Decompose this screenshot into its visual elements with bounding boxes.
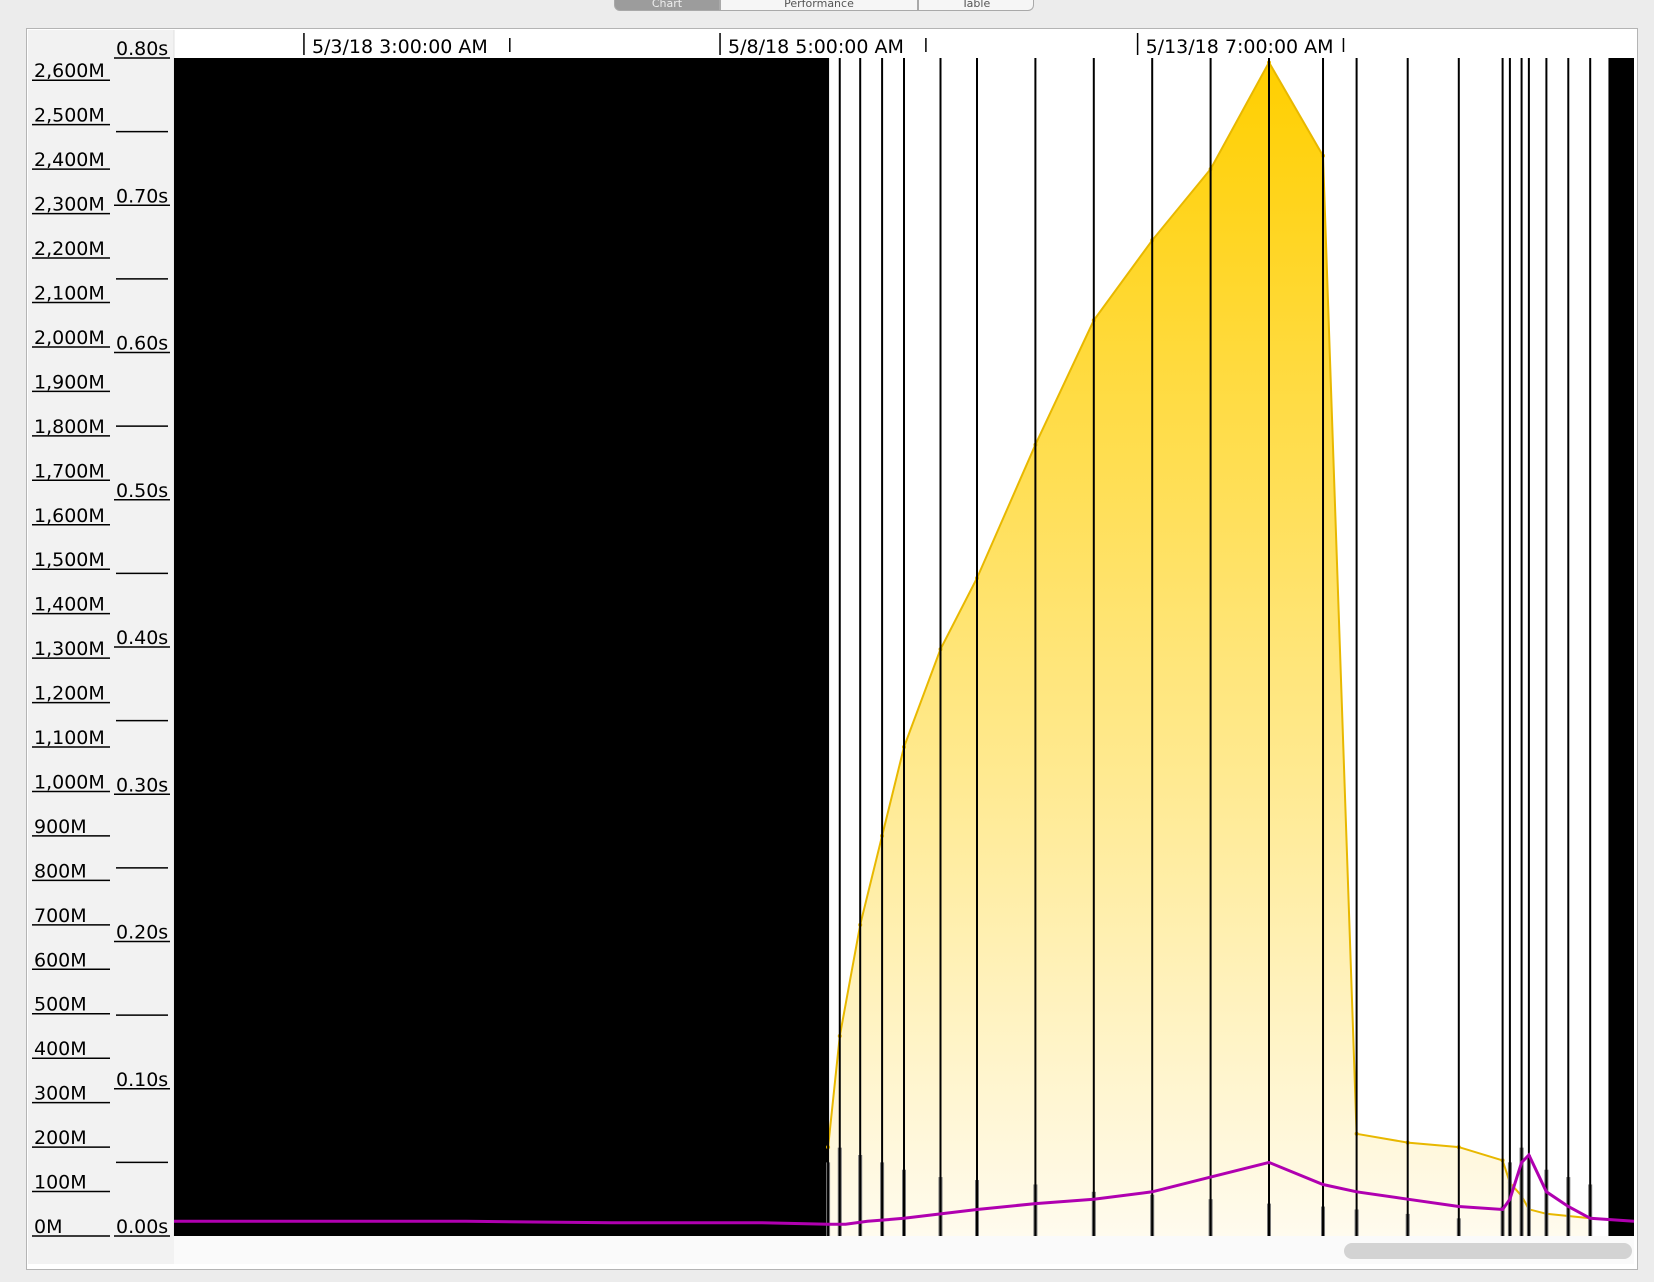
time-tick-label: 0.10s	[116, 1069, 168, 1091]
gc-chart: 5/3/18 3:00:00 AM 5/8/18 5:00:00 AM 5/13/1…	[32, 30, 1635, 1238]
time-tick-label: 0.70s	[116, 185, 168, 207]
memory-tick-label: 2,200M	[34, 238, 105, 260]
memory-tick-label: 1,000M	[34, 771, 105, 793]
time-tick-label: 0.80s	[116, 38, 168, 60]
memory-tick-label: 500M	[34, 994, 87, 1016]
memory-tick-label: 600M	[34, 949, 87, 971]
x-tick-label: 5/3/18 3:00:00 AM	[312, 36, 488, 58]
memory-tick-label: 1,200M	[34, 683, 105, 705]
memory-tick-label: 2,600M	[34, 60, 105, 82]
time-tick-label: 0.00s	[116, 1216, 168, 1238]
memory-tick-label: 1,800M	[34, 416, 105, 438]
memory-tick-label: 2,400M	[34, 149, 105, 171]
x-tick-label: 5/13/18 7:00:00 AM	[1146, 36, 1334, 58]
memory-tick-label: 2,300M	[34, 194, 105, 216]
memory-tick-label: 1,400M	[34, 594, 105, 616]
memory-tick-label: 300M	[34, 1083, 87, 1105]
memory-tick-label: 800M	[34, 860, 87, 882]
memory-tick-label: 1,300M	[34, 638, 105, 660]
memory-tick-label: 100M	[34, 1172, 87, 1194]
memory-tick-label: 2,000M	[34, 327, 105, 349]
memory-tick-label: 700M	[34, 905, 87, 927]
memory-tick-label: 1,100M	[34, 727, 105, 749]
time-tick-label: 0.30s	[116, 774, 168, 796]
memory-tick-label: 0M	[34, 1216, 62, 1238]
no-data-region-right	[1608, 58, 1634, 1236]
memory-tick-label: 2,100M	[34, 282, 105, 304]
memory-tick-label: 900M	[34, 816, 87, 838]
no-data-region	[174, 58, 829, 1236]
memory-tick-label: 1,700M	[34, 460, 105, 482]
time-tick-label: 0.60s	[116, 333, 168, 355]
memory-tick-label: 400M	[34, 1038, 87, 1060]
time-tick-label: 0.40s	[116, 627, 168, 649]
x-tick-label: 5/8/18 5:00:00 AM	[728, 36, 904, 58]
memory-tick-label: 200M	[34, 1127, 87, 1149]
time-tick-label: 0.20s	[116, 922, 168, 944]
time-tick-label: 0.50s	[116, 480, 168, 502]
memory-tick-label: 1,600M	[34, 505, 105, 527]
memory-tick-label: 1,900M	[34, 371, 105, 393]
memory-tick-label: 1,500M	[34, 549, 105, 571]
memory-tick-label: 2,500M	[34, 105, 105, 127]
